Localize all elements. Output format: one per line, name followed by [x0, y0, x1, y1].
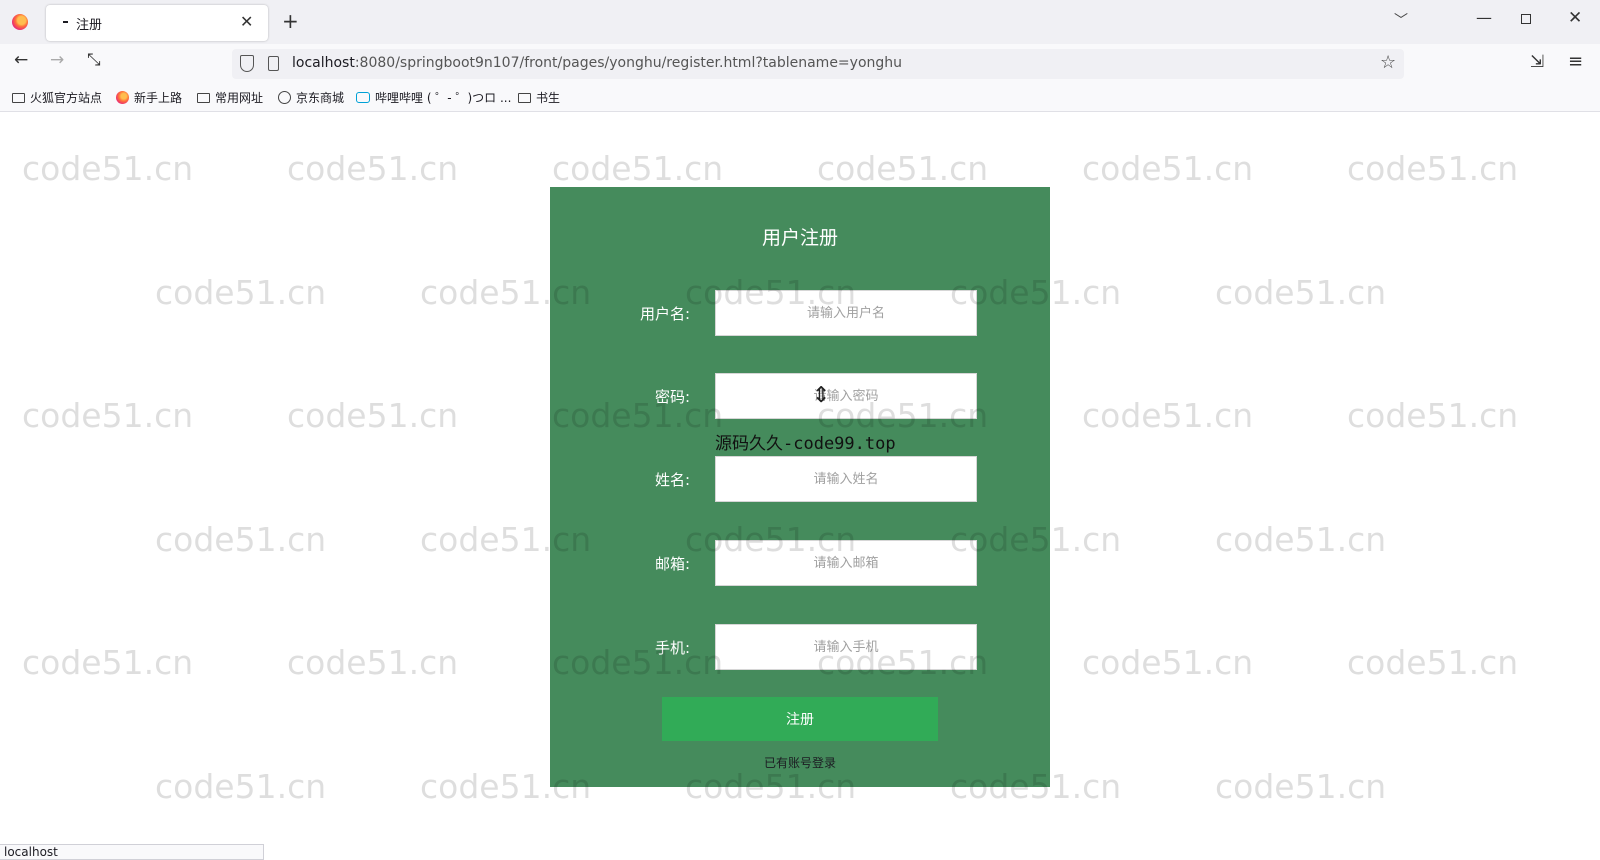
nav-bar: ← → ⤡ localhost:8080/springboot9n107/fro… — [0, 44, 1600, 84]
watermark: code51.cn — [287, 643, 459, 682]
watermark: code51.cn — [1215, 520, 1387, 559]
folder-icon — [12, 92, 25, 103]
watermark: code51.cn — [1347, 149, 1519, 188]
bookmark-getting-started[interactable]: 新手上路 — [116, 89, 182, 106]
watermark: code51.cn — [817, 149, 989, 188]
watermark: code51.cn — [287, 149, 459, 188]
bookmark-star-icon[interactable]: ☆ — [1380, 52, 1396, 73]
browser-window: 注册 ✕ + ﹀ — ✕ ← → ⤡ localhost:8080/spring… — [0, 0, 1600, 860]
loading-icon — [63, 21, 68, 23]
password-label: 密码: — [654, 388, 690, 406]
url-text[interactable]: localhost:8080/springboot9n107/front/pag… — [292, 55, 902, 71]
register-button[interactable]: 注册 — [662, 697, 938, 741]
form-title: 用户注册 — [761, 227, 838, 249]
bookmark-bilibili[interactable]: 哔哩哔哩 ( ゜- ゜)つロ ... — [356, 89, 511, 106]
new-tab-button[interactable]: + — [282, 9, 299, 33]
watermark: code51.cn — [1347, 643, 1519, 682]
url-path: :8080/springboot9n107/front/pages/yonghu… — [354, 55, 903, 71]
watermark: code51.cn — [155, 520, 327, 559]
stop-loading-button[interactable]: ⤡ — [87, 50, 101, 70]
email-label: 邮箱: — [654, 555, 690, 573]
page-content: 用户注册 用户名: 密码: 姓名: 邮箱: 手机: 注册 已有账号登录 源码久久… — [0, 113, 1600, 844]
watermark: code51.cn — [1215, 273, 1387, 312]
bookmarks-bar: 火狐官方站点 新手上路 常用网址 京东商城 哔哩哔哩 ( ゜- ゜)つロ ...… — [0, 84, 1600, 112]
bookmark-common-sites[interactable]: 常用网址 — [197, 89, 263, 106]
watermark: code51.cn — [1347, 396, 1519, 435]
restore-button[interactable] — [1521, 14, 1531, 24]
bookmark-shusheng[interactable]: 书生 — [518, 89, 560, 106]
bookmark-label: 常用网址 — [215, 91, 264, 105]
bilibili-icon — [356, 92, 370, 103]
forward-button[interactable]: → — [50, 50, 64, 70]
watermark: code51.cn — [1082, 643, 1254, 682]
bookmark-label: 火狐官方站点 — [30, 91, 103, 105]
bookmark-jd[interactable]: 京东商城 — [278, 89, 344, 106]
back-button[interactable]: ← — [14, 50, 28, 70]
watermark: code51.cn — [155, 767, 327, 806]
tab-title: 注册 — [76, 18, 103, 33]
watermark: code51.cn — [287, 396, 459, 435]
tab-strip: 注册 ✕ + ﹀ — ✕ — [0, 0, 1600, 44]
close-window-button[interactable]: ✕ — [1568, 8, 1582, 28]
name-input[interactable] — [715, 456, 977, 502]
watermark: code51.cn — [22, 149, 194, 188]
email-input[interactable] — [715, 540, 977, 586]
username-label: 用户名: — [639, 305, 690, 323]
globe-icon — [278, 91, 291, 104]
menu-icon[interactable]: ≡ — [1568, 51, 1583, 72]
phone-label: 手机: — [654, 639, 690, 657]
watermark: code51.cn — [22, 643, 194, 682]
url-host: localhost — [292, 55, 355, 71]
watermark: code51.cn — [155, 273, 327, 312]
tab-register[interactable]: 注册 ✕ — [46, 5, 268, 41]
text-cursor-icon: ⇕ — [812, 383, 831, 408]
extensions-icon[interactable]: ⇲ — [1530, 52, 1544, 72]
password-input[interactable] — [715, 373, 977, 419]
name-label: 姓名: — [654, 471, 690, 489]
watermark: code51.cn — [552, 149, 724, 188]
register-form: 用户注册 用户名: 密码: 姓名: 邮箱: 手机: 注册 已有账号登录 源码久久… — [550, 187, 1050, 787]
username-input[interactable] — [715, 290, 977, 336]
bookmark-label: 京东商城 — [296, 91, 345, 105]
bookmark-label: 书生 — [536, 91, 561, 105]
watermark: code51.cn — [1215, 767, 1387, 806]
tab-list-icon[interactable]: ﹀ — [1394, 10, 1408, 30]
firefox-icon — [116, 91, 129, 104]
overlay-watermark-text: 源码久久-code99.top — [715, 434, 896, 454]
folder-icon — [197, 92, 210, 103]
login-link[interactable]: 已有账号登录 — [550, 754, 1050, 771]
watermark: code51.cn — [1082, 396, 1254, 435]
bookmark-label: 哔哩哔哩 ( ゜- ゜)つロ ... — [375, 91, 512, 105]
watermark: code51.cn — [1082, 149, 1254, 188]
firefox-icon[interactable] — [12, 14, 28, 30]
status-bar: localhost — [0, 844, 264, 860]
bookmark-label: 新手上路 — [134, 91, 183, 105]
bookmark-firefox-site[interactable]: 火狐官方站点 — [12, 89, 102, 106]
shield-icon[interactable] — [240, 55, 254, 72]
tab-close-icon[interactable]: ✕ — [240, 12, 253, 31]
url-bar[interactable]: localhost:8080/springboot9n107/front/pag… — [232, 49, 1404, 79]
minimize-button[interactable]: — — [1476, 8, 1492, 27]
folder-icon — [518, 92, 531, 103]
watermark: code51.cn — [22, 396, 194, 435]
page-icon[interactable] — [268, 56, 279, 71]
phone-input[interactable] — [715, 624, 977, 670]
